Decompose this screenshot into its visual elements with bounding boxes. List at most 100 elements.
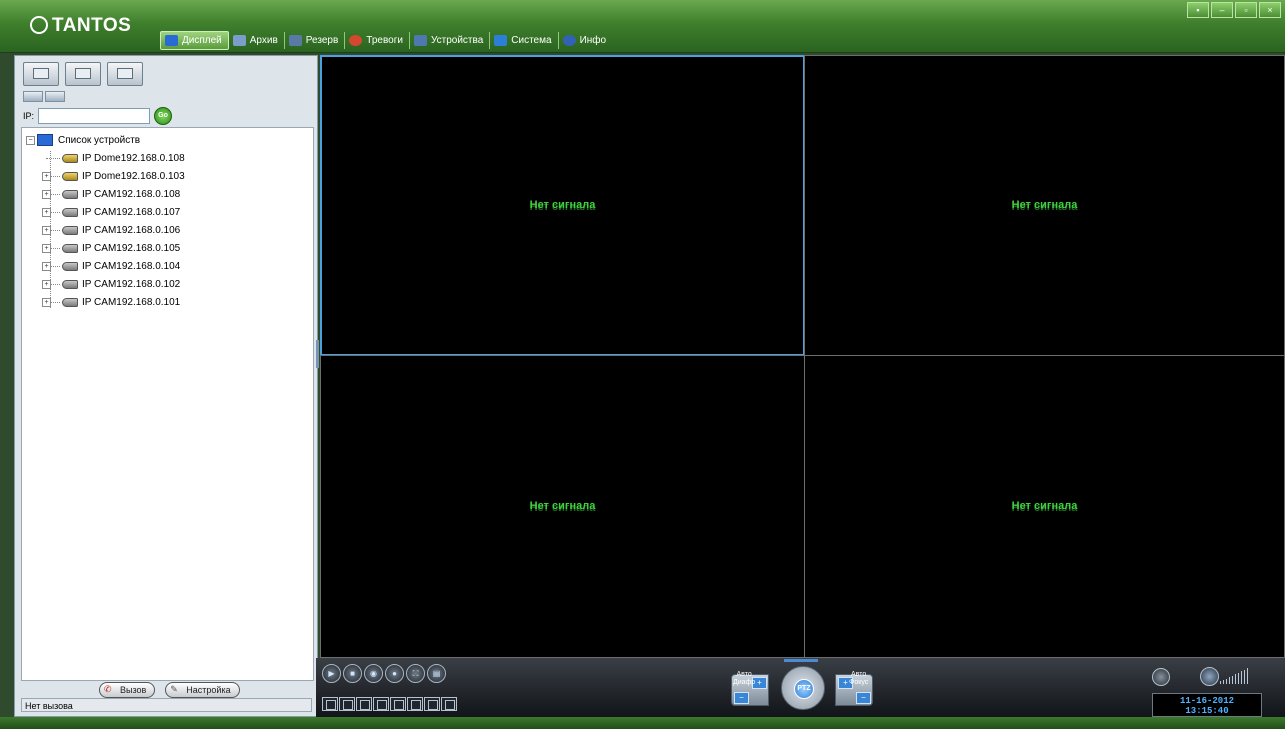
layout-25-icon[interactable] xyxy=(407,697,423,711)
call-button[interactable]: ✆ Вызов xyxy=(99,682,156,698)
video-cell-2[interactable]: Нет сигнала xyxy=(804,55,1285,356)
tree-branch-line xyxy=(46,157,60,159)
expand-icon[interactable]: + xyxy=(42,171,51,181)
layout-9-icon[interactable] xyxy=(373,697,389,711)
tree-item-label: IP Dome192.168.0.108 xyxy=(82,152,185,164)
layout-custom-icon[interactable] xyxy=(441,697,457,711)
expand-icon[interactable]: + xyxy=(42,225,51,235)
settings-button[interactable]: ✎ Настройка xyxy=(165,682,240,698)
layout-16-icon[interactable] xyxy=(390,697,406,711)
tree-item[interactable]: + IP CAM192.168.0.106 xyxy=(42,222,180,238)
tree-item[interactable]: + IP CAM192.168.0.107 xyxy=(42,204,181,220)
video-cell-4[interactable]: Нет сигнала xyxy=(804,355,1285,658)
audio-talk-icon[interactable] xyxy=(1152,668,1170,686)
focus-far-button[interactable]: − xyxy=(856,692,871,704)
app-logo: TANTOS xyxy=(30,15,131,37)
expand-icon[interactable]: + xyxy=(42,243,51,253)
camera-icon xyxy=(62,225,78,235)
video-cell-1[interactable]: Нет сигнала xyxy=(320,55,805,356)
menu-display[interactable]: Дисплей xyxy=(160,30,229,50)
close-icon[interactable]: × xyxy=(1259,2,1281,18)
ptz-center-button[interactable]: PTZ xyxy=(794,679,814,699)
menu-devices[interactable]: Устройства xyxy=(410,31,491,49)
view-monitor-3-icon[interactable] xyxy=(107,62,143,86)
tree-item[interactable]: IP Dome192.168.0.108 xyxy=(46,150,185,166)
iris-label: Авто Диафр xyxy=(733,671,756,686)
tree-item-label: IP CAM192.168.0.107 xyxy=(82,206,181,218)
bottom-strip xyxy=(0,717,1285,729)
layout-6-icon[interactable] xyxy=(356,697,372,711)
tree-item[interactable]: + IP CAM192.168.0.105 xyxy=(42,240,180,256)
tree-item[interactable]: + IP CAM192.168.0.101 xyxy=(42,294,180,310)
dome-camera-icon xyxy=(62,153,78,163)
volume-icon[interactable] xyxy=(1200,667,1219,686)
lock-icon[interactable]: ▪ xyxy=(1187,2,1209,18)
window-controls: ▪ – ▫ × xyxy=(1187,2,1281,18)
view-buttons xyxy=(23,62,143,86)
play-icon[interactable]: ▶ xyxy=(322,664,341,683)
expand-icon[interactable]: + xyxy=(42,297,51,307)
layout-1-icon[interactable] xyxy=(322,697,338,711)
display-icon xyxy=(165,34,178,46)
monitor-icon xyxy=(37,134,53,146)
tree-root[interactable]: − Список устройств xyxy=(26,134,140,146)
menu-info[interactable]: Инфо xyxy=(559,32,613,49)
record-icon[interactable]: ● xyxy=(385,664,404,683)
tree-item[interactable]: + IP CAM192.168.0.102 xyxy=(42,276,180,292)
stop-icon[interactable]: ■ xyxy=(343,664,362,683)
go-button[interactable]: Go xyxy=(154,107,173,125)
volume-bar xyxy=(1226,679,1227,684)
alarm-icon xyxy=(349,34,363,46)
logo-gear-icon xyxy=(30,16,48,34)
menu-system[interactable]: Система xyxy=(490,31,559,49)
layout-36-icon[interactable] xyxy=(424,697,440,711)
volume-level[interactable] xyxy=(1220,668,1248,684)
control-bar: ▶ ■ ◉ ● ⛶ ▤ + − Авто Диафр + − Авто Фокус … xyxy=(316,658,1285,717)
expand-icon[interactable]: + xyxy=(42,189,51,199)
fullscreen-icon[interactable]: ⛶ xyxy=(406,664,425,683)
layout-controls xyxy=(322,697,457,711)
clock-time: 13:15:40 xyxy=(1185,706,1229,716)
video-cell-3[interactable]: Нет сигнала xyxy=(320,355,805,658)
snapshot-icon[interactable]: ◉ xyxy=(364,664,383,683)
volume-bar xyxy=(1235,674,1236,684)
tree-item-label: IP Dome192.168.0.103 xyxy=(82,170,185,182)
devices-icon xyxy=(413,34,427,46)
menu-archive[interactable]: Архив xyxy=(229,31,285,49)
collapse-icon[interactable]: − xyxy=(26,135,35,145)
playback-controls: ▶ ■ ◉ ● ⛶ ▤ xyxy=(322,664,446,683)
phone-icon: ✆ xyxy=(104,684,112,694)
title-bar: TANTOS Дисплей Архив Резерв Тревоги Устр… xyxy=(0,0,1285,53)
tab-groups[interactable] xyxy=(45,91,65,102)
iris-close-button[interactable]: − xyxy=(734,692,749,704)
view-monitor-1-icon[interactable] xyxy=(23,62,59,86)
expand-icon[interactable]: + xyxy=(42,279,51,289)
expand-icon[interactable]: + xyxy=(42,207,51,217)
tree-item[interactable]: + IP CAM192.168.0.104 xyxy=(42,258,181,274)
device-panel: IP: Go − Список устройств IP Dome192.168… xyxy=(14,55,318,717)
volume-bar xyxy=(1238,673,1239,684)
archive-icon xyxy=(232,34,246,46)
ptz-indicator xyxy=(784,659,818,662)
menu-alarms[interactable]: Тревоги xyxy=(345,31,410,49)
expand-icon[interactable]: + xyxy=(42,261,51,271)
pencil-icon: ✎ xyxy=(170,684,178,694)
panel-splitter[interactable] xyxy=(316,340,319,368)
restore-icon[interactable]: ▫ xyxy=(1235,2,1257,18)
tree-item[interactable]: + IP CAM192.168.0.108 xyxy=(42,186,180,202)
tab-device-list[interactable] xyxy=(23,91,43,102)
tree-item-label: IP CAM192.168.0.104 xyxy=(82,260,181,272)
minimize-icon[interactable]: – xyxy=(1211,2,1233,18)
volume-bar xyxy=(1232,676,1233,684)
ptz-direction-ring[interactable]: PTZ xyxy=(781,666,825,710)
system-icon xyxy=(494,34,508,46)
tree-item[interactable]: + IP Dome192.168.0.103 xyxy=(42,168,185,184)
volume-bar xyxy=(1220,681,1221,684)
ip-input[interactable] xyxy=(38,108,151,124)
clock-date: 11-16-2012 xyxy=(1179,696,1234,706)
sequence-icon[interactable]: ▤ xyxy=(427,664,446,683)
camera-icon xyxy=(62,189,78,199)
menu-backup[interactable]: Резерв xyxy=(285,31,346,49)
view-monitor-2-icon[interactable] xyxy=(65,62,101,86)
layout-4-icon[interactable] xyxy=(339,697,355,711)
